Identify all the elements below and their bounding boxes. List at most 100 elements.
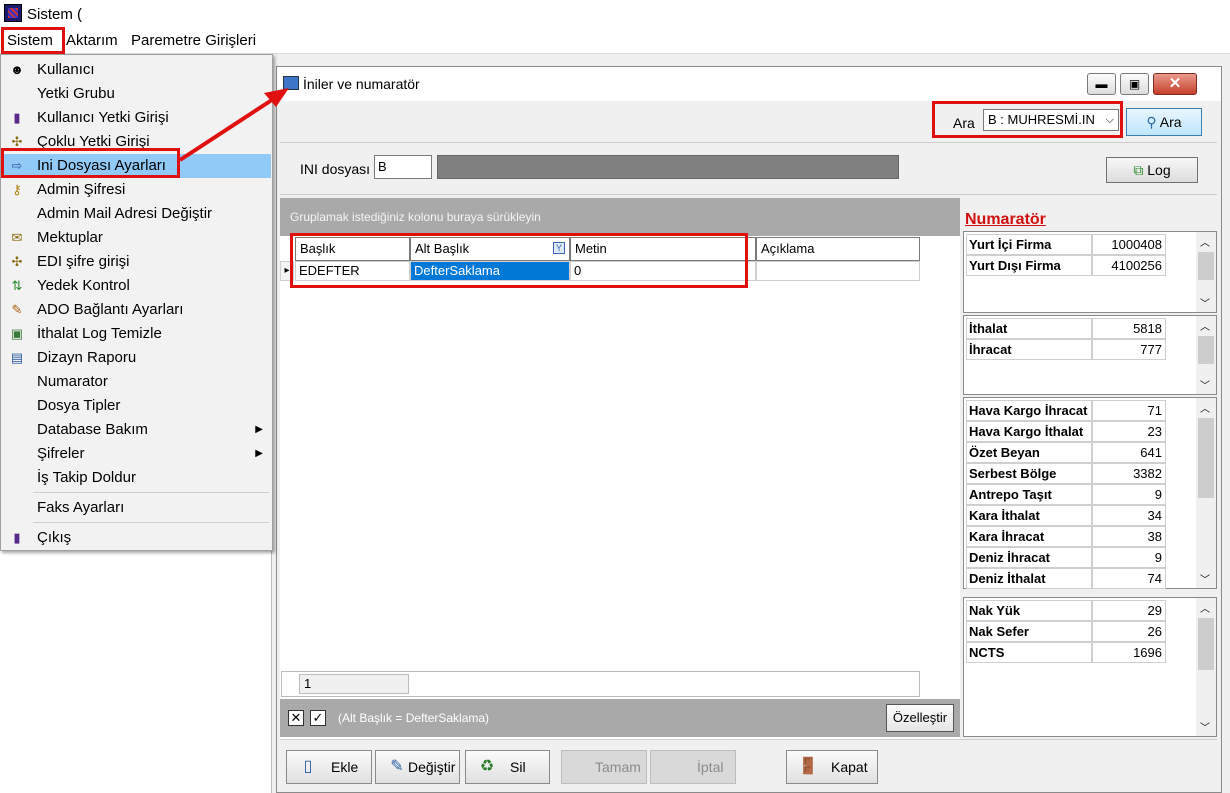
ini-file-input[interactable]: B bbox=[374, 155, 432, 179]
scrollbar[interactable]: ︿ ﹀ bbox=[1196, 316, 1216, 394]
chevron-down-icon[interactable]: ﹀ bbox=[1200, 571, 1210, 586]
chevron-up-icon[interactable]: ︿ bbox=[1200, 400, 1210, 415]
edit-button[interactable]: ✎ Değiştir bbox=[375, 750, 460, 784]
minimize-button[interactable]: ▬ bbox=[1087, 73, 1116, 95]
chevron-up-icon[interactable]: ︿ bbox=[1200, 318, 1210, 333]
list-item[interactable]: Özet Beyan 641 bbox=[966, 442, 1166, 463]
search-button[interactable]: ⚲ Ara bbox=[1126, 108, 1202, 136]
ini-file-label: INI dosyası bbox=[300, 161, 371, 177]
customize-button[interactable]: Özelleştir bbox=[886, 704, 954, 732]
list-item[interactable]: Deniz İhracat 9 bbox=[966, 547, 1166, 568]
record-count: 1 bbox=[299, 674, 409, 694]
list-item[interactable]: Deniz İthalat 74 bbox=[966, 568, 1166, 589]
list-item[interactable]: NCTS 1696 bbox=[966, 642, 1166, 663]
add-button[interactable]: ▯ Ekle bbox=[286, 750, 372, 784]
column-header-alt-baslik[interactable]: Alt Başlık Y bbox=[410, 237, 570, 261]
cell-alt-baslik[interactable]: DefterSaklama bbox=[410, 261, 570, 281]
menu-item-database-bakim[interactable]: Database Bakım ▶ bbox=[2, 418, 271, 442]
menu-item-admin-sifresi[interactable]: ⚷ Admin Şifresi bbox=[2, 178, 271, 202]
menu-item-numarator[interactable]: Numarator bbox=[2, 370, 271, 394]
scrollbar[interactable]: ︿ ﹀ bbox=[1196, 232, 1216, 312]
user-icon: ☻ bbox=[10, 62, 24, 77]
menu-parametre-girisleri[interactable]: Paremetre Girişleri bbox=[131, 32, 256, 49]
close-window-button[interactable]: 🚪 Kapat bbox=[786, 750, 878, 784]
submenu-arrow-icon: ▶ bbox=[255, 448, 263, 459]
cell-metin[interactable]: 0 bbox=[570, 261, 756, 281]
key-cross-icon: ✣ bbox=[11, 254, 23, 269]
action-bar: ▯ Ekle ✎ Değiştir ♻ Sil Tamam İptal 🚪 Ka… bbox=[280, 739, 1217, 791]
menu-item-coklu-yetki-girisi[interactable]: ✣ Çoklu Yetki Girişi bbox=[2, 130, 271, 154]
cancel-button[interactable]: İptal bbox=[650, 750, 736, 784]
app-title: Sistem ( bbox=[27, 6, 83, 23]
menu-item-mektuplar[interactable]: ✉ Mektuplar bbox=[2, 226, 271, 250]
list-item[interactable]: Serbest Bölge 3382 bbox=[966, 463, 1166, 484]
menu-aktarim[interactable]: Aktarım bbox=[66, 32, 118, 49]
ini-select-combo[interactable]: B : MUHRESMİ.IN ⌵ bbox=[983, 109, 1119, 131]
menu-item-edi-sifre[interactable]: ✣ EDI şifre girişi bbox=[2, 250, 271, 274]
column-header-baslik[interactable]: Başlık bbox=[295, 237, 410, 261]
column-header-aciklama[interactable]: Açıklama bbox=[756, 237, 920, 261]
group-by-panel[interactable]: Gruplamak istediğiniz kolonu buraya sürü… bbox=[280, 198, 960, 236]
window-title-bar: İniler ve numaratör ▬ ▣ ✕ bbox=[277, 67, 1221, 101]
menu-item-sifreler[interactable]: Şifreler ▶ bbox=[2, 442, 271, 466]
list-item[interactable]: Nak Sefer 26 bbox=[966, 621, 1166, 642]
menu-sistem[interactable]: Sistem bbox=[7, 32, 53, 49]
edit-icon: ✎ bbox=[390, 758, 404, 775]
search-label: Ara bbox=[953, 115, 975, 131]
list-item[interactable]: Hava Kargo İhracat 71 bbox=[966, 400, 1166, 421]
scrollbar[interactable]: ︿ ﹀ bbox=[1196, 598, 1216, 736]
list-item[interactable]: Antrepo Taşıt 9 bbox=[966, 484, 1166, 505]
cell-baslik[interactable]: EDEFTER bbox=[295, 261, 410, 281]
list-item[interactable]: İthalat 5818 bbox=[966, 318, 1166, 339]
cell-aciklama[interactable] bbox=[756, 261, 920, 281]
menu-item-admin-mail[interactable]: Admin Mail Adresi Değiştir bbox=[2, 202, 271, 226]
chevron-down-icon[interactable]: ﹀ bbox=[1200, 295, 1210, 310]
enable-filter-checkbox[interactable]: ✓ bbox=[310, 710, 326, 726]
maximize-button[interactable]: ▣ bbox=[1120, 73, 1149, 95]
chevron-up-icon[interactable]: ︿ bbox=[1200, 234, 1210, 249]
menu-item-kullanici-yetki-girisi[interactable]: ▮ Kullanıcı Yetki Girişi bbox=[2, 106, 271, 130]
list-item[interactable]: Yurt Dışı Firma 4100256 bbox=[966, 255, 1166, 276]
ok-button[interactable]: Tamam bbox=[561, 750, 647, 784]
recycle-bin-icon: ♻ bbox=[479, 758, 495, 775]
delete-button[interactable]: ♻ Sil bbox=[465, 750, 550, 784]
filter-icon[interactable]: Y bbox=[553, 242, 565, 254]
submenu-arrow-icon: ▶ bbox=[255, 424, 263, 435]
search-icon: ⚲ bbox=[1146, 114, 1157, 130]
new-document-icon: ▯ bbox=[303, 758, 313, 775]
ini-grid: Gruplamak istediğiniz kolonu buraya sürü… bbox=[280, 198, 960, 761]
menu-item-cikis[interactable]: ▮ Çıkış bbox=[2, 526, 271, 550]
menu-bar: Sistem Aktarım Paremetre Girişleri bbox=[0, 28, 1230, 54]
list-item[interactable]: Kara İthalat 34 bbox=[966, 505, 1166, 526]
grid-footer: 1 bbox=[281, 671, 920, 697]
close-button[interactable]: ✕ bbox=[1153, 73, 1197, 95]
scrollbar[interactable]: ︿ ﹀ bbox=[1196, 398, 1216, 588]
menu-item-ini-dosyasi-ayarlari[interactable]: ⇨ Ini Dosyası Ayarları bbox=[2, 154, 271, 178]
list-item[interactable]: Kara İhracat 38 bbox=[966, 526, 1166, 547]
column-header-metin[interactable]: Metin bbox=[570, 237, 756, 261]
log-icon: ⧉ bbox=[1133, 162, 1144, 178]
menu-item-dizayn-raporu[interactable]: ▤ Dizayn Raporu bbox=[2, 346, 271, 370]
list-item[interactable]: Hava Kargo İthalat 23 bbox=[966, 421, 1166, 442]
log-button[interactable]: ⧉ Log bbox=[1106, 157, 1198, 183]
menu-item-ithalat-log-temizle[interactable]: ▣ İthalat Log Temizle bbox=[2, 322, 271, 346]
menu-item-dosya-tipler[interactable]: Dosya Tipler bbox=[2, 394, 271, 418]
menu-item-yedek-kontrol[interactable]: ⇅ Yedek Kontrol bbox=[2, 274, 271, 298]
list-item[interactable]: Nak Yük 29 bbox=[966, 600, 1166, 621]
menu-item-kullanici[interactable]: ☻ Kullanıcı bbox=[2, 58, 271, 82]
chevron-down-icon[interactable]: ﹀ bbox=[1200, 719, 1210, 734]
tube-icon: ▮ bbox=[13, 110, 21, 125]
numarator-box-ithalat: İthalat 5818 İhracat 777 ︿ ﹀ bbox=[963, 315, 1217, 395]
app-icon bbox=[4, 4, 22, 22]
ini-numarator-window: İniler ve numaratör ▬ ▣ ✕ Ara B : MUHRES… bbox=[276, 66, 1222, 793]
menu-item-faks-ayarlari[interactable]: Faks Ayarları bbox=[2, 496, 271, 520]
chevron-down-icon[interactable]: ﹀ bbox=[1200, 377, 1210, 392]
menu-item-yetki-grubu[interactable]: Yetki Grubu bbox=[2, 82, 271, 106]
list-item[interactable]: Yurt İçi Firma 1000408 bbox=[966, 234, 1166, 255]
clear-filter-icon[interactable]: ✕ bbox=[288, 710, 304, 726]
menu-item-is-takip-doldur[interactable]: İş Takip Doldur bbox=[2, 466, 271, 490]
exit-icon: ▮ bbox=[13, 530, 21, 545]
chevron-up-icon[interactable]: ︿ bbox=[1200, 600, 1210, 615]
list-item[interactable]: İhracat 777 bbox=[966, 339, 1166, 360]
menu-item-ado-baglanti[interactable]: ✎ ADO Bağlantı Ayarları bbox=[2, 298, 271, 322]
